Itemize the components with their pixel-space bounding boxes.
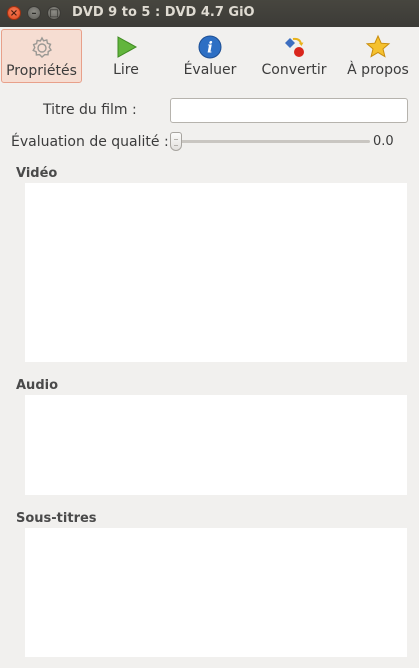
window-title: DVD 9 to 5 : DVD 4.7 GiO bbox=[72, 5, 255, 20]
audio-panel[interactable] bbox=[25, 395, 407, 495]
convert-icon bbox=[285, 37, 304, 57]
video-panel[interactable] bbox=[25, 183, 407, 362]
quality-label: Évaluation de qualité : bbox=[11, 134, 169, 150]
svg-text:i: i bbox=[207, 39, 213, 57]
subtitles-section-title: Sous-titres bbox=[16, 511, 97, 526]
toolbar-label: Convertir bbox=[261, 62, 327, 78]
info-icon: i bbox=[198, 35, 222, 59]
quality-slider-handle[interactable] bbox=[170, 132, 182, 151]
toolbar-label: Évaluer bbox=[183, 62, 237, 78]
toolbar-button-proprietes[interactable]: Propriétés bbox=[1, 29, 82, 83]
video-section-title: Vidéo bbox=[16, 166, 58, 181]
gear-icon bbox=[31, 36, 52, 58]
toolbar-button-convertir[interactable]: Convertir bbox=[256, 29, 332, 83]
movie-title-input[interactable] bbox=[170, 98, 408, 123]
maximize-window-button[interactable]: □ bbox=[47, 6, 61, 20]
minimize-window-button[interactable]: – bbox=[27, 6, 41, 20]
play-icon bbox=[117, 36, 138, 58]
star-icon bbox=[365, 34, 391, 58]
toolbar-label: À propos bbox=[347, 62, 409, 78]
subtitles-panel[interactable] bbox=[25, 528, 407, 657]
toolbar-button-a-propos[interactable]: À propos bbox=[340, 29, 416, 83]
close-window-button[interactable]: × bbox=[7, 6, 21, 20]
toolbar-label: Propriétés bbox=[6, 63, 77, 79]
movie-title-label: Titre du film : bbox=[43, 102, 137, 118]
toolbar: Propriétés Lire i Évaluer Convertir À pr… bbox=[0, 27, 419, 87]
toolbar-button-lire[interactable]: Lire bbox=[90, 29, 162, 83]
quality-slider[interactable] bbox=[176, 140, 370, 143]
audio-section-title: Audio bbox=[16, 378, 59, 393]
toolbar-button-evaluer[interactable]: i Évaluer bbox=[172, 29, 248, 83]
toolbar-label: Lire bbox=[113, 62, 139, 78]
quality-value: 0.0 bbox=[373, 134, 394, 149]
title-bar: × – □ DVD 9 to 5 : DVD 4.7 GiO bbox=[0, 0, 419, 27]
